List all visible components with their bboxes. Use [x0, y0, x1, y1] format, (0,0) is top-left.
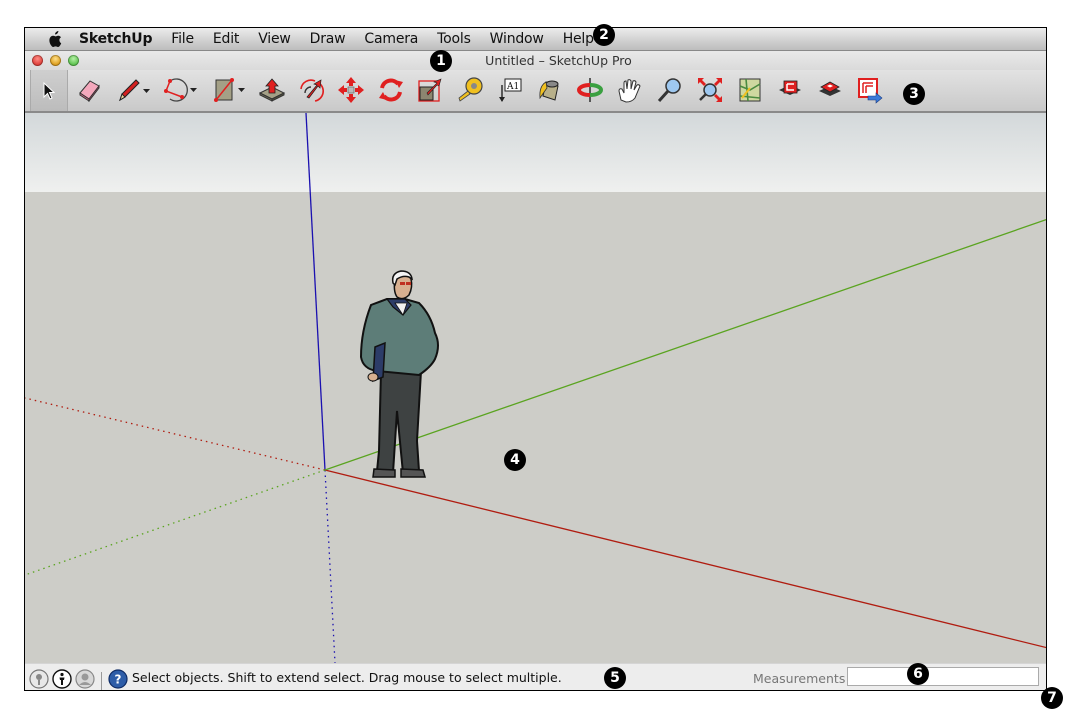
callout-7: 7 — [1041, 687, 1063, 709]
text-tool-button[interactable]: A1 — [495, 74, 525, 106]
send-to-layout-icon — [856, 76, 884, 104]
tape-measure-tool-button[interactable] — [455, 74, 485, 106]
paint-bucket-tool-button[interactable] — [535, 74, 565, 106]
user-account-icon[interactable] — [75, 669, 95, 690]
red-axis-positive — [324, 469, 1046, 649]
add-location-button[interactable] — [735, 74, 765, 106]
arc-icon — [162, 77, 202, 103]
title-bar: Untitled – SketchUp Pro — [25, 51, 1046, 70]
callout-1: 1 — [430, 50, 452, 72]
drawing-area[interactable] — [25, 113, 1046, 663]
axes-layer — [25, 113, 1046, 663]
person-figure — [359, 270, 439, 478]
menu-view[interactable]: View — [258, 31, 291, 47]
callout-2: 2 — [593, 24, 615, 46]
menu-sketchup[interactable]: SketchUp — [79, 31, 152, 47]
eraser-icon — [76, 78, 102, 102]
extension-warehouse-icon — [816, 76, 844, 104]
orbit-tool-button[interactable] — [575, 74, 605, 106]
send-to-layout-button[interactable] — [855, 74, 885, 106]
push-pull-tool-button[interactable] — [257, 74, 287, 106]
geolocation-icon[interactable] — [29, 669, 49, 690]
apple-logo-icon[interactable] — [43, 30, 65, 48]
tape-measure-icon — [456, 76, 484, 104]
sketchup-window: SketchUp File Edit View Draw Camera Tool… — [24, 27, 1047, 691]
menu-draw[interactable]: Draw — [310, 31, 346, 47]
menu-bar: SketchUp File Edit View Draw Camera Tool… — [25, 28, 1046, 51]
getting-started-toolbar: A1 — [25, 70, 1046, 113]
credits-info-icon[interactable] — [52, 669, 72, 690]
measurements-input[interactable] — [847, 667, 1039, 686]
menu-camera[interactable]: Camera — [364, 31, 418, 47]
offset-tool-button[interactable] — [296, 74, 326, 106]
select-tool-button[interactable] — [30, 70, 68, 111]
orbit-icon — [576, 76, 604, 104]
rectangle-tool-button[interactable] — [212, 74, 252, 106]
callout-6: 6 — [907, 663, 929, 685]
zoom-extents-icon — [696, 76, 724, 104]
paint-bucket-icon — [536, 76, 564, 104]
hand-icon — [616, 76, 644, 104]
rotate-tool-button[interactable] — [376, 74, 406, 106]
blue-axis-positive — [305, 113, 326, 471]
status-message: Select objects. Shift to extend select. … — [132, 670, 562, 685]
menu-help[interactable]: Help — [563, 31, 594, 47]
red-axis-negative — [25, 397, 326, 471]
eraser-tool-button[interactable] — [74, 74, 104, 106]
magnifier-icon — [656, 76, 684, 104]
pencil-icon — [117, 78, 153, 102]
zoom-extents-tool-button[interactable] — [695, 74, 725, 106]
zoom-tool-button[interactable] — [655, 74, 685, 106]
map-location-icon — [736, 76, 764, 104]
line-tool-button[interactable] — [115, 74, 155, 106]
callout-5: 5 — [604, 667, 626, 689]
menu-edit[interactable]: Edit — [213, 31, 240, 47]
scale-tool-button[interactable] — [415, 74, 445, 106]
pan-tool-button[interactable] — [615, 74, 645, 106]
move-tool-button[interactable] — [336, 74, 366, 106]
rectangle-icon — [213, 77, 251, 103]
scale-icon — [416, 76, 444, 104]
rotate-icon — [377, 76, 405, 104]
push-pull-icon — [258, 77, 286, 103]
move-icon — [337, 76, 365, 104]
text-label-icon: A1 — [496, 76, 524, 104]
window-title: Untitled – SketchUp Pro — [485, 53, 632, 68]
callout-3: 3 — [903, 83, 925, 105]
green-axis-negative — [25, 469, 326, 576]
offset-icon — [297, 77, 325, 103]
menu-file[interactable]: File — [171, 31, 194, 47]
arc-tool-button[interactable] — [161, 74, 203, 106]
menu-tools[interactable]: Tools — [437, 31, 471, 47]
3d-warehouse-button[interactable] — [775, 74, 805, 106]
extension-warehouse-button[interactable] — [815, 74, 845, 106]
callout-4: 4 — [504, 449, 526, 471]
svg-text:A1: A1 — [506, 82, 519, 92]
measurements-label: Measurements — [753, 671, 846, 686]
help-icon[interactable]: ? — [108, 669, 128, 690]
warehouse-icon — [776, 76, 804, 104]
menu-window[interactable]: Window — [490, 31, 544, 47]
status-bar: ? Select objects. Shift to extend select… — [25, 663, 1046, 690]
arrow-cursor-icon — [41, 81, 57, 101]
statusbar-divider — [101, 672, 102, 690]
blue-axis-negative — [324, 469, 336, 663]
svg-text:?: ? — [115, 673, 122, 687]
